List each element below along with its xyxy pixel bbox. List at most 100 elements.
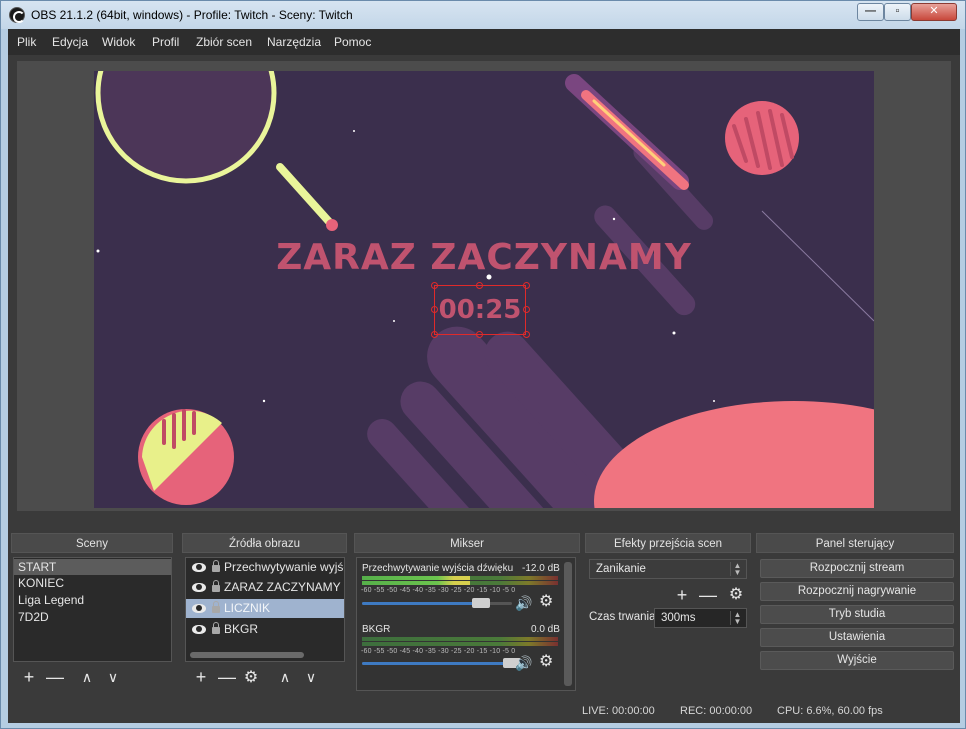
scene-down-button[interactable]: ∨	[103, 668, 123, 686]
visibility-eye-icon[interactable]	[192, 604, 206, 613]
volume-slider[interactable]	[362, 658, 521, 668]
menu-view[interactable]: Widok	[102, 35, 135, 49]
remove-transition-button[interactable]: —	[698, 586, 718, 604]
resize-handle[interactable]	[476, 282, 483, 289]
add-source-button[interactable]: +	[191, 668, 211, 686]
scenes-toolbar: + — ∧ ∨	[13, 664, 172, 690]
live-status: LIVE: 00:00:00	[582, 705, 655, 717]
resize-handle[interactable]	[523, 331, 530, 338]
obs-logo-icon	[9, 7, 25, 23]
start-recording-button[interactable]: Rozpocznij nagrywanie	[760, 582, 954, 601]
add-transition-button[interactable]: +	[672, 586, 692, 604]
transition-settings-gear-icon[interactable]: ⚙	[726, 586, 746, 604]
source-up-button[interactable]: ∧	[275, 668, 295, 686]
visibility-eye-icon[interactable]	[192, 563, 206, 572]
settings-button[interactable]: Ustawienia	[760, 628, 954, 647]
resize-handle[interactable]	[431, 331, 438, 338]
source-label: ZARAZ ZACZYNAMY	[224, 580, 341, 594]
mixer-settings-gear-icon[interactable]: ⚙	[539, 594, 553, 610]
source-item[interactable]: Przechwytywanie wyjścia	[186, 559, 344, 575]
duration-label: Czas trwania	[589, 611, 656, 623]
studio-mode-button[interactable]: Tryb studia	[760, 605, 954, 624]
speaker-icon[interactable]: 🔊	[515, 596, 532, 610]
resize-handle[interactable]	[431, 306, 438, 313]
lock-icon[interactable]	[212, 560, 220, 572]
mixer-channel-name: BKGR	[362, 624, 391, 635]
start-stream-button[interactable]: Rozpocznij stream	[760, 559, 954, 578]
exit-button[interactable]: Wyjście	[760, 651, 954, 670]
menu-file[interactable]: Plik	[17, 35, 36, 49]
sources-dock-title: Źródła obrazu	[182, 533, 347, 553]
menu-tools[interactable]: Narzędzia	[267, 35, 321, 49]
audio-meter	[362, 581, 558, 585]
scenes-list[interactable]: START KONIEC Liga Legend 7D2D	[13, 557, 172, 662]
menu-profile[interactable]: Profil	[152, 35, 179, 49]
scene-up-button[interactable]: ∧	[77, 668, 97, 686]
audio-meter	[362, 642, 558, 646]
preview-canvas[interactable]: ZARAZ ZACZYNAMY 00:25	[94, 71, 874, 508]
controls-dock-title: Panel sterujący	[756, 533, 954, 553]
rec-status: REC: 00:00:00	[680, 705, 753, 717]
transition-select[interactable]: Zanikanie ▲ ▼	[589, 559, 747, 579]
source-item[interactable]: BKGR	[186, 621, 344, 637]
resize-handle[interactable]	[523, 306, 530, 313]
source-label: BKGR	[224, 622, 259, 636]
volume-slider-fill	[362, 602, 481, 605]
source-down-button[interactable]: ∨	[301, 668, 321, 686]
preview-panel: ZARAZ ZACZYNAMY 00:25	[17, 61, 951, 511]
mixer-settings-gear-icon[interactable]: ⚙	[539, 654, 553, 670]
audio-meter	[362, 576, 558, 580]
transition-selected: Zanikanie	[596, 563, 646, 575]
source-label: LICZNIK	[224, 601, 271, 615]
scene-item[interactable]: 7D2D	[14, 609, 171, 625]
window-title: OBS 21.1.2 (64bit, windows) - Profile: T…	[31, 8, 353, 22]
mixer-channel-db: -12.0 dB	[522, 563, 560, 574]
source-item[interactable]: LICZNIK	[186, 599, 344, 618]
lock-icon[interactable]	[212, 622, 220, 634]
source-item[interactable]: ZARAZ ZACZYNAMY	[186, 579, 344, 595]
title-bar: OBS 21.1.2 (64bit, windows) - Profile: T…	[1, 1, 965, 29]
close-button[interactable]: ✕	[911, 3, 957, 21]
audio-meter-level	[362, 581, 470, 585]
remove-source-button[interactable]: —	[217, 668, 237, 686]
scene-item[interactable]: START	[14, 559, 171, 575]
menu-scene-collection[interactable]: Zbiór scen	[196, 35, 252, 49]
main-area: Plik Edycja Widok Profil Zbiór scen Narz…	[8, 29, 960, 723]
speaker-icon[interactable]: 🔊	[515, 656, 532, 670]
sources-toolbar: + — ⚙ ∧ ∨	[185, 664, 345, 690]
scene-item[interactable]: KONIEC	[14, 575, 171, 591]
mixer-channel-db: 0.0 dB	[531, 624, 560, 635]
minimize-button[interactable]: —	[857, 3, 884, 21]
audio-meter-level	[362, 576, 470, 580]
countdown-timer[interactable]: 00:25	[434, 285, 526, 335]
menu-edit[interactable]: Edycja	[52, 35, 88, 49]
source-settings-gear-icon[interactable]: ⚙	[241, 669, 261, 687]
volume-slider[interactable]	[362, 598, 512, 608]
source-label: Przechwytywanie wyjścia	[224, 560, 344, 574]
remove-scene-button[interactable]: —	[45, 668, 65, 686]
scene-item[interactable]: Liga Legend	[14, 592, 171, 608]
add-scene-button[interactable]: +	[19, 668, 39, 686]
duration-value: 300ms	[661, 612, 696, 624]
visibility-eye-icon[interactable]	[192, 583, 206, 592]
audio-mixer: Przechwytywanie wyjścia dźwięku -12.0 dB…	[356, 557, 576, 691]
volume-slider-thumb[interactable]	[471, 598, 490, 608]
visibility-eye-icon[interactable]	[192, 625, 206, 634]
obs-window: OBS 21.1.2 (64bit, windows) - Profile: T…	[0, 0, 966, 729]
resize-handle[interactable]	[476, 331, 483, 338]
resize-handle[interactable]	[431, 282, 438, 289]
resize-handle[interactable]	[523, 282, 530, 289]
lock-icon[interactable]	[212, 601, 220, 613]
preview-headline: ZARAZ ZACZYNAMY	[276, 237, 692, 278]
lock-icon[interactable]	[212, 580, 220, 592]
duration-spinbox[interactable]: 300ms ▲ ▼	[654, 608, 747, 628]
scenes-dock-title: Sceny	[11, 533, 173, 553]
mixer-scrollbar[interactable]	[564, 562, 572, 686]
menu-help[interactable]: Pomoc	[334, 35, 371, 49]
sources-list[interactable]: Przechwytywanie wyjścia ZARAZ ZACZYNAMY …	[185, 557, 345, 662]
sources-scrollbar[interactable]	[190, 652, 304, 658]
maximize-button[interactable]: ▫	[884, 3, 911, 21]
volume-slider-fill	[362, 662, 512, 665]
mixer-dock-title: Mikser	[354, 533, 580, 553]
meter-scale: -60 -55 -50 -45 -40 -35 -30 -25 -20 -15 …	[361, 587, 516, 594]
